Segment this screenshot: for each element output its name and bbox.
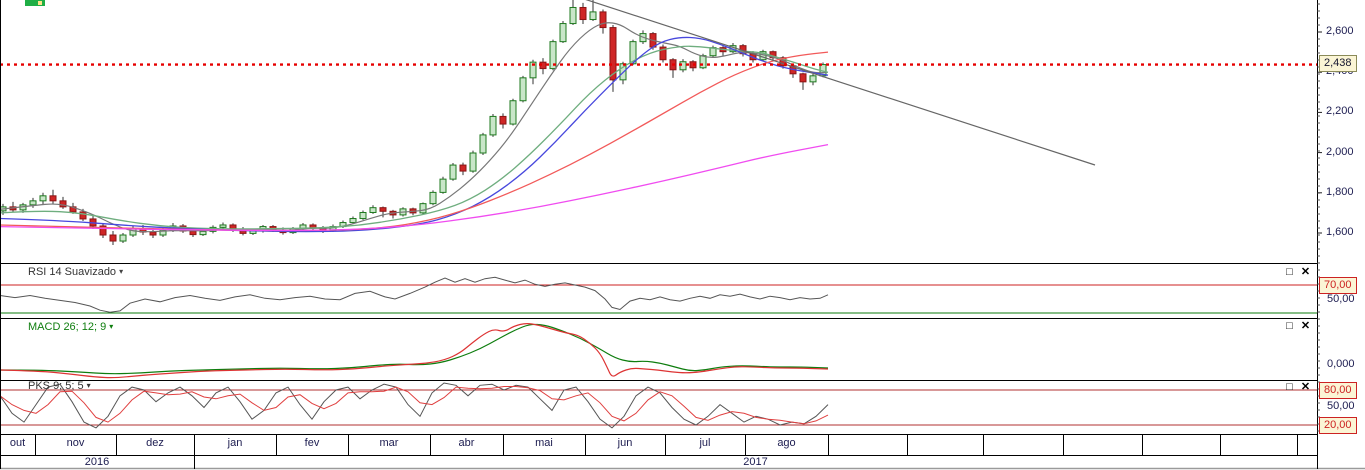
pks-pd-line [0,386,829,425]
macd-window-buttons: □ ✕ [1283,320,1312,333]
price-axis-label: 1,800 [1326,185,1354,198]
candle [509,100,517,125]
candle [599,11,607,29]
rsi-title: RSI 14 Suavizado [28,266,117,278]
candle [559,23,567,43]
month-cell: fev [304,437,320,449]
maximize-icon[interactable]: □ [1283,381,1296,394]
price-axis-label: 2,000 [1326,145,1354,158]
month-cell: mar [379,437,399,449]
candle [439,178,447,193]
close-icon[interactable]: ✕ [1299,381,1312,394]
ma-gray [0,22,829,233]
rsi-indicator-dropdown[interactable]: RSI 14 Suavizado ▾ [28,266,123,278]
macd-zero-label: 0,000 [1327,358,1355,370]
maximize-icon[interactable]: □ [1283,320,1296,333]
candle [679,61,687,71]
ma-green [0,45,829,230]
candle [589,11,597,21]
month-cell: ago [777,437,796,449]
trendline [585,0,1096,166]
price-axis-label: 2,600 [1326,25,1354,37]
dropdown-arrow-icon: ▾ [86,381,91,390]
ma-magenta [0,143,829,232]
ma-red [0,51,829,232]
month-cell: nov [66,437,85,449]
candle [419,203,427,214]
candle [479,134,487,154]
candle [699,55,707,69]
pks-level-50-label: 50,00 [1327,400,1355,412]
month-cell: out [9,437,26,449]
pks-window-buttons: □ ✕ [1283,381,1312,394]
close-icon[interactable]: ✕ [1299,320,1312,333]
month-cell: mai [535,437,553,449]
candle [499,115,507,125]
dropdown-arrow-icon: ▾ [109,322,114,331]
rsi-rsi-line [0,276,829,313]
candle [59,200,67,208]
candle [149,231,157,236]
candle [459,164,467,172]
candle [49,195,57,202]
candle [519,77,527,102]
candle [39,195,47,202]
candle [569,6,577,25]
candle [219,224,227,228]
candle [189,230,197,236]
candle [489,115,497,136]
candle [79,211,87,220]
candle [469,152,477,172]
dropdown-arrow-icon: ▾ [119,267,124,276]
year-cell: 2016 [84,456,110,468]
month-cell: jul [699,437,711,449]
month-cell: jun [617,437,633,449]
candle [119,234,127,242]
candle [449,164,457,180]
price-axis-label: 2,200 [1326,105,1354,118]
pks-title: PKS 9; 5; 5 [28,380,84,392]
year-cell: 2017 [743,456,768,468]
candle [199,230,207,236]
close-icon[interactable]: ✕ [1299,266,1312,279]
candle [579,6,587,21]
price-axis-label: 1,600 [1326,226,1354,238]
pks-level-20-tag: 20,00 [1319,417,1357,434]
month-cell: abr [458,437,475,449]
candle [429,191,437,205]
candle [809,75,817,83]
candle [29,200,37,206]
chart-canvas[interactable] [0,0,1365,470]
candle [359,211,367,220]
candle [799,73,807,83]
current-price-tag: 2,438 [1319,55,1357,72]
rsi-level-70-tag: 70,00 [1319,277,1357,294]
month-cell: dez [146,437,164,449]
candle [369,207,377,213]
cropped-toolbar-icon [25,0,45,6]
pks-level-80-tag: 80,00 [1319,382,1357,399]
rsi-window-buttons: □ ✕ [1283,266,1312,279]
candle [379,207,387,212]
macd-title: MACD 26; 12; 9 [28,321,107,333]
pks-indicator-dropdown[interactable]: PKS 9; 5; 5 ▾ [28,380,91,392]
macd-indicator-dropdown[interactable]: MACD 26; 12; 9 ▾ [28,321,113,333]
trading-chart-window: RSI 14 Suavizado ▾ □ ✕ 70,00 50,00 MACD … [0,0,1365,470]
month-cell: jan [227,437,243,449]
maximize-icon[interactable]: □ [1283,266,1296,279]
candle [349,218,357,224]
rsi-level-50-label: 50,00 [1327,293,1355,305]
candle [109,234,117,242]
macd-macd-line [0,323,829,375]
